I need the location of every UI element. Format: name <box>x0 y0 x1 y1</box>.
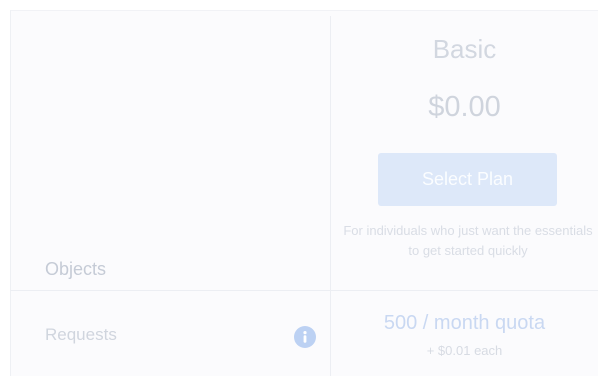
select-plan-button[interactable]: Select Plan <box>378 153 557 206</box>
section-label-objects: Objects <box>45 259 107 279</box>
plan-name: Basic <box>432 34 497 64</box>
requests-overage-price: + $0.01 each <box>426 343 503 358</box>
row-divider <box>10 290 598 291</box>
requests-quota: 500 / month quota <box>383 312 546 334</box>
plan-price: $0.00 <box>428 91 501 123</box>
plan-description: For individuals who just want the essent… <box>343 223 593 258</box>
info-icon[interactable] <box>294 326 316 348</box>
feature-label-requests: Requests <box>45 325 117 344</box>
